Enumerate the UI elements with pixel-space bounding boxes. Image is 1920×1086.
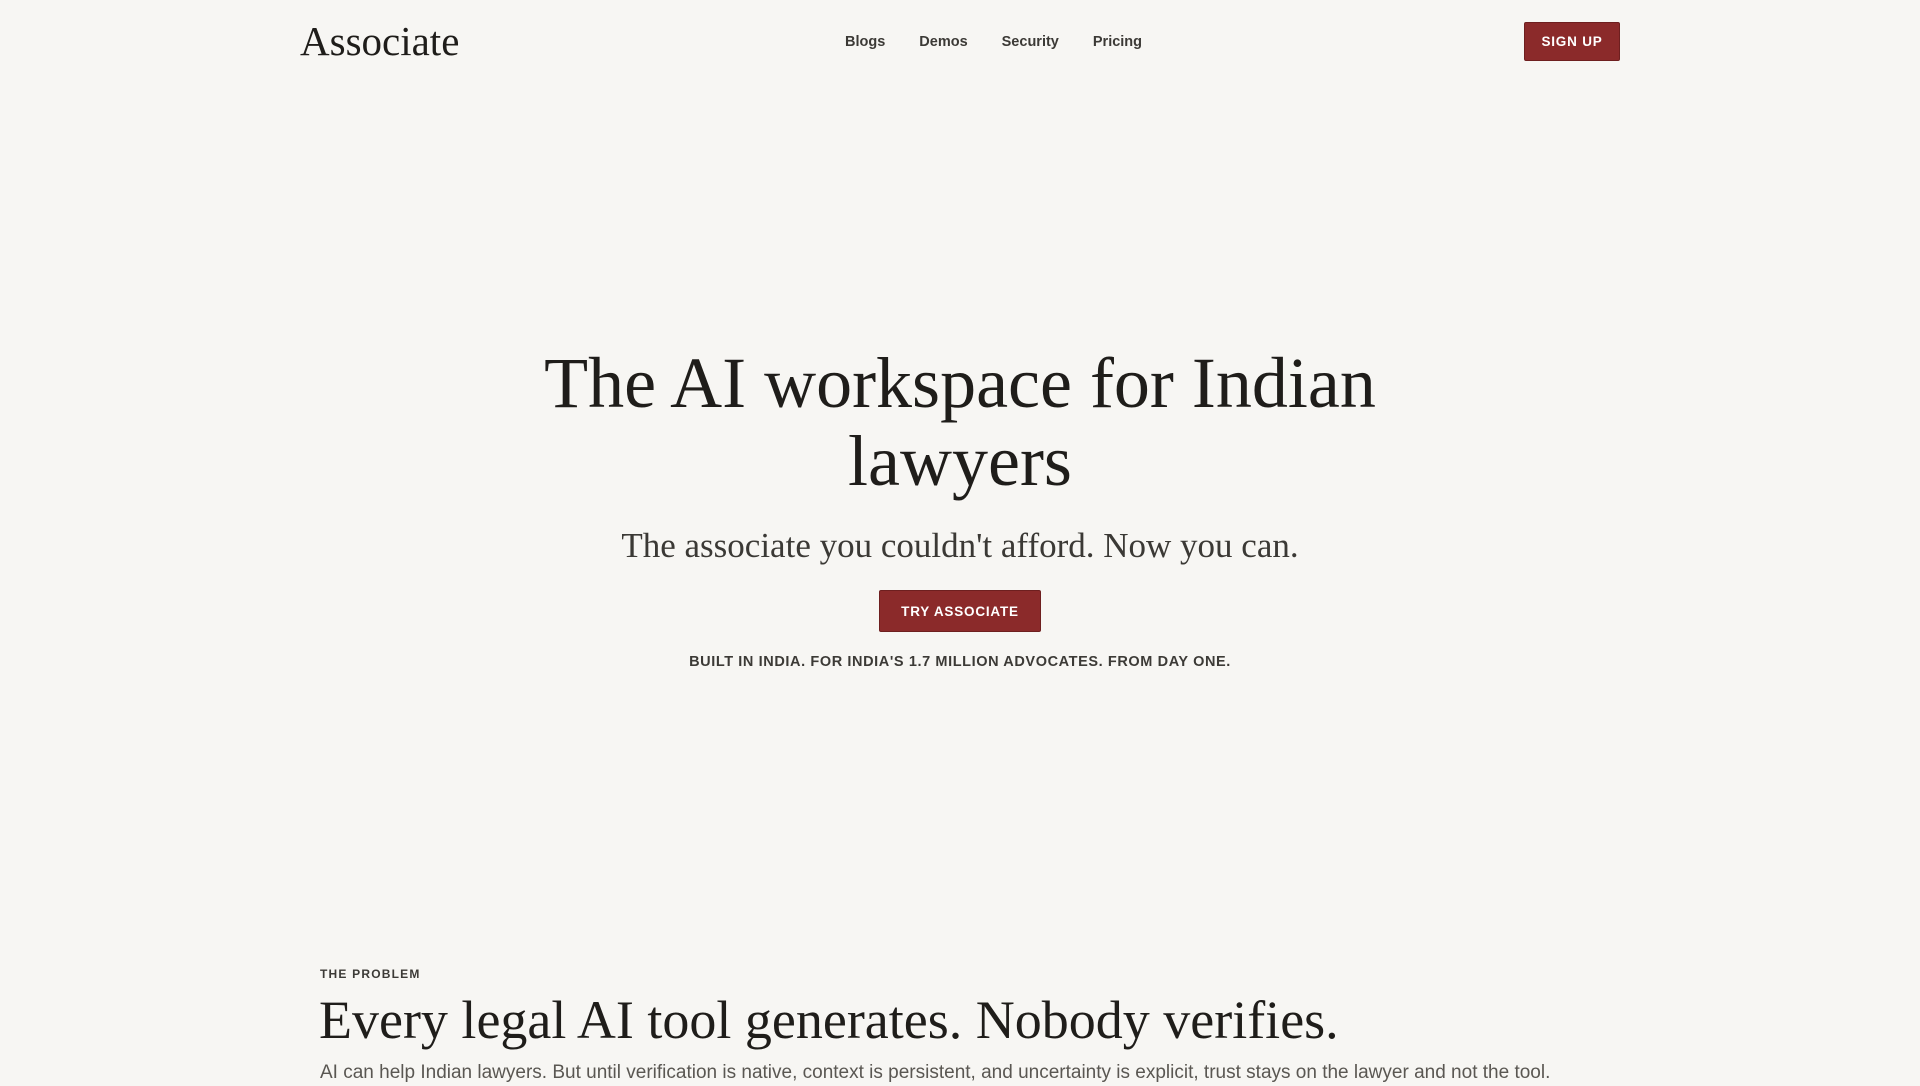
main-nav: Blogs Demos Security Pricing [845,30,1142,54]
nav-link-blogs[interactable]: Blogs [845,34,885,50]
hero-title: The AI workspace for Indian lawyers [544,343,1376,501]
nav-link-pricing[interactable]: Pricing [1093,34,1142,50]
section-eyebrow: THE PROBLEM [320,967,421,981]
problem-description: AI can help Indian lawyers. But until ve… [320,1062,1551,1083]
problem-title: Every legal AI tool generates. Nobody ve… [319,990,1339,1050]
brand-logo[interactable]: Associate [300,16,459,66]
site-header: Associate Blogs Demos Security Pricing S… [0,0,1920,84]
try-associate-button[interactable]: TRY ASSOCIATE [879,590,1041,632]
nav-link-security[interactable]: Security [1002,34,1059,50]
hero-tagline: BUILT IN INDIA. FOR INDIA'S 1.7 MILLION … [689,654,1231,670]
sign-up-button[interactable]: SIGN UP [1524,22,1620,61]
hero-subtitle: The associate you couldn't afford. Now y… [621,526,1299,565]
nav-link-demos[interactable]: Demos [919,34,967,50]
